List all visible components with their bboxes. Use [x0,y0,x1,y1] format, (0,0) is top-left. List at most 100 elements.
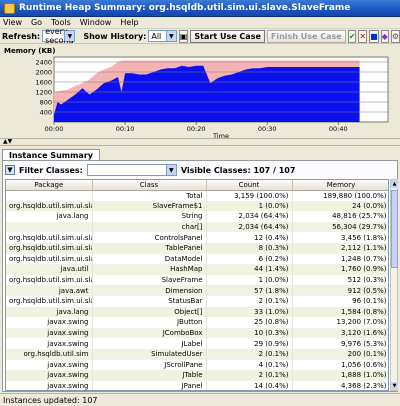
table-row[interactable]: org.hsqldb.util.sim SimulatedUser 2 (0.1%)… [6,348,388,360]
count-cell: 25 (0.8%) [206,317,293,328]
count-cell: 2 (0.1%) [206,348,293,360]
x-tick-label: 00:10 [116,125,135,133]
table-row[interactable]: java.awt Dimension 57 (1.8%) 912 (0.5%) [6,285,388,296]
chevron-down-icon[interactable]: ▼ [64,31,75,41]
instance-panel: ▼ Filter Classes: ▼ Visible Classes: 107… [2,160,398,392]
refresh-label: Refresh: [2,31,41,41]
table-row[interactable]: org.hsqldb.util.sim.ui.slaveStatusBar2 (… [6,295,388,307]
memory-cell: 9,976 (5.3%) [292,338,388,349]
class-cell: DataModel [92,253,207,265]
table-row[interactable]: javax.swing JTable 2 (0.1%) 1,888 (1.0%) [6,370,388,381]
package-cell: javax.swing [6,359,93,371]
class-cell: HashMap [92,264,207,275]
instance-table: Package Class Count Memory Total 3,159 (1… [5,179,389,391]
package-cell [6,190,93,201]
start-use-case-button[interactable]: Start Use Case [190,29,265,43]
y-tick-label: 800 [40,99,52,107]
package-cell: java.awt [6,285,93,296]
table-row[interactable]: Total 3,159 (100.0%) 189,880 (100.0%) [6,190,388,201]
package-cell: javax.swing [6,327,93,339]
class-cell: SimulatedUser [92,348,207,360]
menu-tools[interactable]: Tools [51,18,71,27]
table-row[interactable]: org.hsqldb.util.sim.ui.slaveDataModel6 (… [6,253,388,265]
status-text: Instances updated: 107 [3,395,98,405]
package-cell: org.hsqldb.util.sim.ui.slave [6,200,93,212]
gc-icon[interactable]: ◆ [380,29,389,43]
table-row[interactable]: org.hsqldb.util.sim.ui.slaveControlsPane… [6,232,388,243]
count-cell: 29 (0.9%) [206,338,293,349]
table-row[interactable]: java.util HashMap 44 (1.4%) 1,760 (0.9%) [6,264,388,275]
history-value: All [151,31,162,41]
column-header-class[interactable]: Class [92,180,207,191]
scroll-down-icon[interactable]: ▼ [391,382,398,390]
table-row[interactable]: javax.swing JScrollPane 4 (0.1%) 1,056 (0.6… [6,359,388,371]
vertical-scrollbar[interactable]: ▲ ▼ [390,179,398,391]
package-cell: java.lang [6,306,93,318]
column-header-memory[interactable]: Memory [292,180,388,191]
snapshot-icon[interactable]: ▣ [178,29,189,43]
menu-help[interactable]: Help [120,18,138,27]
scroll-up-icon[interactable]: ▲ [391,180,398,188]
count-cell: 2,034 (64.4%) [206,221,293,233]
refresh-select[interactable]: every second ▼ [42,27,76,45]
menu-view[interactable]: View [3,18,22,27]
package-cell: org.hsqldb.util.sim.ui.slave [6,253,93,265]
table-row[interactable]: org.hsqldb.util.sim.ui.slaveTablePanel8 … [6,242,388,254]
instance-icon[interactable]: ■ [369,29,379,43]
package-cell: java.util [6,264,93,275]
scroll-thumb[interactable] [391,190,398,268]
package-cell: javax.swing [6,380,93,390]
filter-input[interactable]: ▼ [86,164,177,176]
x-tick-label: 00:20 [187,125,206,133]
tab-instance-summary[interactable]: Instance Summary [2,149,100,160]
memory-chart: Memory (KB) 400 800 1200 1600 2000 2400 00:00 00… [0,44,400,138]
x-tick-label: 00:30 [258,125,277,133]
table-row[interactable]: javax.swing JLabel 29 (0.9%) 9,976 (5.3%) [6,338,388,349]
column-header-count[interactable]: Count [206,180,293,191]
menu-go[interactable]: Go [31,18,42,27]
memory-cell: 24 (0.0%) [292,200,388,212]
menu-window[interactable]: Window [80,18,112,27]
status-bar: Instances updated: 107 [0,393,400,406]
settings-icon[interactable]: ⚙ [390,29,400,43]
cross-icon[interactable]: ✕ [358,29,368,43]
memory-cell: 3,120 (1.6%) [292,327,388,339]
chevron-down-icon[interactable]: ▼ [165,165,176,175]
history-select[interactable]: All ▼ [148,30,177,42]
app-icon [4,2,15,14]
memory-cell: 912 (0.5%) [292,285,388,296]
table-row[interactable]: javax.swing JButton 25 (0.8%) 13,200 (7.0%) [6,317,388,328]
count-cell: 2 (0.1%) [206,370,293,381]
package-cell: javax.swing [6,338,93,349]
class-cell: StatusBar [92,295,207,307]
table-row[interactable]: org.hsqldb.util.sim.ui.slaveSlaveFrame$1… [6,200,388,212]
class-cell: SlaveFrame [92,274,207,286]
memory-cell: 512 (0.3%) [292,274,388,286]
count-cell: 44 (1.4%) [206,264,293,275]
class-cell: ControlsPanel [92,232,207,243]
package-cell: javax.swing [6,370,93,381]
class-cell: JComboBox [92,327,207,339]
table-row[interactable]: javax.swing JPanel 14 (0.4%) 4,368 (2.3%) [6,380,388,390]
y-tick-label: 400 [40,109,52,117]
column-header-package[interactable]: Package [6,180,93,191]
table-row[interactable]: char[] 2,034 (64.4%) 56,304 (29.7%) [6,221,388,233]
filter-label: Filter Classes: [19,165,83,175]
class-cell: Dimension [92,285,207,296]
filter-bar: ▼ Filter Classes: ▼ Visible Classes: 107… [5,163,395,177]
package-cell: org.hsqldb.util.sim.ui.slave [6,295,93,307]
splitter[interactable]: ▲▼ [0,138,400,146]
memory-cell: 48,816 (25.7%) [292,211,388,222]
table-row[interactable]: org.hsqldb.util.sim.ui.slaveSlaveFrame1 … [6,274,388,286]
window-title: Runtime Heap Summary: org.hsqldb.util.si… [19,3,351,13]
table-row[interactable]: java.lang String 2,034 (64.4%) 48,816 (25.7… [6,211,388,222]
class-cell: Object[] [92,306,207,318]
check-icon[interactable]: ✔ [347,29,357,43]
toolbar: Refresh: every second ▼ Show History: Al… [0,27,400,45]
finish-use-case-button[interactable]: Finish Use Case [266,29,346,43]
count-cell: 14 (0.4%) [206,380,293,390]
class-cell: String [92,211,207,222]
table-row[interactable]: java.lang Object[] 33 (1.0%) 1,584 (0.8%) [6,306,388,318]
chevron-down-icon[interactable]: ▼ [165,31,176,41]
table-row[interactable]: javax.swing JComboBox 10 (0.3%) 3,120 (1.6%… [6,327,388,339]
